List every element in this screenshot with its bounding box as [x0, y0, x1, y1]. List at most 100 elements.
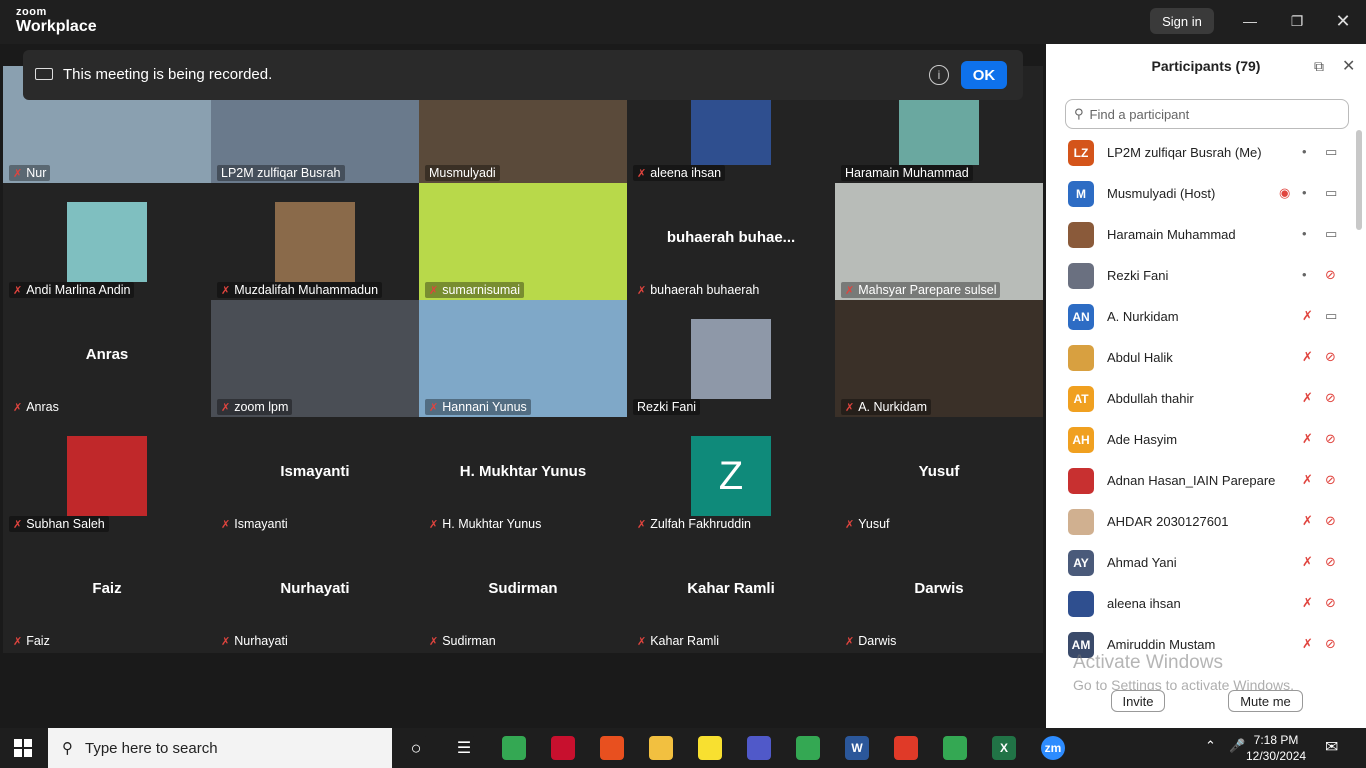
- cortana-icon[interactable]: ○: [404, 736, 428, 760]
- participant-tile[interactable]: Anras ✗ Anras: [3, 300, 211, 417]
- participant-row[interactable]: LZ LP2M zulfiqar Busrah (Me) • ▭: [1046, 132, 1358, 173]
- teams-icon[interactable]: [747, 736, 771, 760]
- tile-name-label: ✗ Andi Marlina Andin: [9, 282, 135, 298]
- participant-tile[interactable]: ✗ A. Nurkidam: [835, 300, 1043, 417]
- participant-tile[interactable]: H. Mukhtar Yunus ✗ H. Mukhtar Yunus: [419, 417, 627, 534]
- restore-icon[interactable]: ❐: [1285, 10, 1309, 32]
- office-icon[interactable]: [600, 736, 624, 760]
- participant-tile[interactable]: Sudirman ✗ Sudirman: [419, 534, 627, 651]
- windows-start-icon[interactable]: [14, 739, 32, 757]
- participant-row[interactable]: AHDAR 2030127601 ✗ ⊘: [1046, 501, 1358, 542]
- video-icon[interactable]: ▭: [1325, 308, 1337, 324]
- notification-icon[interactable]: ✉: [1325, 737, 1338, 757]
- participant-row[interactable]: AT Abdullah thahir ✗ ⊘: [1046, 378, 1358, 419]
- chrome-profile-icon[interactable]: [796, 736, 820, 760]
- participant-tile[interactable]: ✗ Subhan Saleh: [3, 417, 211, 534]
- mic-icon[interactable]: •: [1302, 185, 1307, 200]
- participant-tile[interactable]: Faiz ✗ Faiz: [3, 534, 211, 651]
- excel-icon[interactable]: X: [992, 736, 1016, 760]
- participant-tile[interactable]: ✗ sumarnisumai: [419, 183, 627, 300]
- participant-tile[interactable]: ✗ zoom lpm: [211, 300, 419, 417]
- participant-tile[interactable]: Ismayanti ✗ Ismayanti: [211, 417, 419, 534]
- file-explorer-icon[interactable]: [649, 736, 673, 760]
- mic-icon[interactable]: •: [1302, 144, 1307, 159]
- acrobat-icon[interactable]: [894, 736, 918, 760]
- mic-muted-icon[interactable]: ✗: [1302, 636, 1313, 652]
- participant-tile[interactable]: Rezki Fani: [627, 300, 835, 417]
- video-icon[interactable]: ▭: [1325, 185, 1337, 201]
- mic-muted-icon[interactable]: ✗: [1302, 513, 1313, 529]
- participant-tile[interactable]: Z ✗ Zulfah Fakhruddin: [627, 417, 835, 534]
- mic-muted-icon[interactable]: ✗: [1302, 390, 1313, 406]
- word-icon[interactable]: W: [845, 736, 869, 760]
- tray-mic-icon[interactable]: 🎤: [1229, 738, 1245, 754]
- logo-brand-top: zoom: [16, 6, 47, 18]
- mendeley-icon[interactable]: [551, 736, 575, 760]
- popout-icon[interactable]: ⧉: [1314, 58, 1324, 75]
- participant-tile[interactable]: ✗ Andi Marlina Andin: [3, 183, 211, 300]
- tray-chevron-icon[interactable]: ⌃: [1205, 738, 1216, 754]
- mic-icon[interactable]: •: [1302, 226, 1307, 241]
- participant-row[interactable]: Haramain Muhammad • ▭: [1046, 214, 1358, 255]
- video-off-icon[interactable]: ⊘: [1325, 472, 1336, 488]
- participant-list-scrollbar[interactable]: [1356, 130, 1362, 230]
- mic-muted-icon[interactable]: ✗: [1302, 554, 1313, 570]
- mic-icon[interactable]: •: [1302, 267, 1307, 282]
- mic-muted-icon[interactable]: ✗: [1302, 349, 1313, 365]
- chrome-icon[interactable]: [502, 736, 526, 760]
- participant-tile[interactable]: Kahar Ramli ✗ Kahar Ramli: [627, 534, 835, 651]
- invite-button[interactable]: Invite: [1111, 690, 1165, 712]
- video-off-icon[interactable]: ⊘: [1325, 349, 1336, 365]
- participant-name: Ahmad Yani: [1107, 555, 1177, 570]
- participant-tile[interactable]: ✗ Mahsyar Parepare sulsel: [835, 183, 1043, 300]
- participant-tile[interactable]: Nurhayati ✗ Nurhayati: [211, 534, 419, 651]
- sticky-notes-icon[interactable]: [698, 736, 722, 760]
- participant-row[interactable]: Rezki Fani • ⊘: [1046, 255, 1358, 296]
- video-off-icon[interactable]: ⊘: [1325, 267, 1336, 283]
- participant-tile[interactable]: Darwis ✗ Darwis: [835, 534, 1043, 651]
- video-off-icon[interactable]: ⊘: [1325, 595, 1336, 611]
- mute-me-button[interactable]: Mute me: [1228, 690, 1303, 712]
- participant-tile[interactable]: ✗ Hannani Yunus: [419, 300, 627, 417]
- tile-name-text: LP2M zulfiqar Busrah: [221, 166, 341, 180]
- video-icon[interactable]: ▭: [1325, 226, 1337, 242]
- video-off-icon[interactable]: ⊘: [1325, 513, 1336, 529]
- participant-row[interactable]: Adnan Hasan_IAIN Parepare ✗ ⊘: [1046, 460, 1358, 501]
- close-icon[interactable]: ✕: [1331, 10, 1355, 32]
- participant-row[interactable]: AN A. Nurkidam ✗ ▭: [1046, 296, 1358, 337]
- minimize-icon[interactable]: —: [1238, 10, 1262, 32]
- tile-name-text: Muzdalifah Muhammadun: [234, 283, 379, 297]
- sign-in-button[interactable]: Sign in: [1150, 8, 1214, 34]
- participant-tile[interactable]: Yusuf ✗ Yusuf: [835, 417, 1043, 534]
- video-off-icon[interactable]: ⊘: [1325, 554, 1336, 570]
- mic-muted-icon[interactable]: ✗: [1302, 595, 1313, 611]
- zoom-app-icon[interactable]: zm: [1041, 736, 1065, 760]
- participant-row[interactable]: Abdul Halik ✗ ⊘: [1046, 337, 1358, 378]
- tile-name-label: ✗ Kahar Ramli: [633, 633, 723, 649]
- chrome-profile2-icon[interactable]: [943, 736, 967, 760]
- tile-name-label: LP2M zulfiqar Busrah: [217, 165, 345, 181]
- participant-search-input[interactable]: ⚲ Find a participant: [1065, 99, 1349, 129]
- video-icon[interactable]: ▭: [1325, 144, 1337, 160]
- participant-tile[interactable]: ✗ Muzdalifah Muhammadun: [211, 183, 419, 300]
- ok-button[interactable]: OK: [961, 61, 1007, 89]
- mic-muted-icon[interactable]: ✗: [1302, 431, 1313, 447]
- profile-photo: [275, 202, 355, 282]
- info-icon[interactable]: i: [929, 65, 949, 85]
- muted-mic-icon: ✗: [429, 635, 439, 648]
- taskbar-search-box[interactable]: ⚲ Type here to search: [48, 728, 392, 768]
- video-off-icon[interactable]: ⊘: [1325, 431, 1336, 447]
- participant-row[interactable]: AH Ade Hasyim ✗ ⊘: [1046, 419, 1358, 460]
- participant-row[interactable]: M Musmulyadi (Host) ◉ • ▭: [1046, 173, 1358, 214]
- participant-tile[interactable]: buhaerah buhae... ✗ buhaerah buhaerah: [627, 183, 835, 300]
- video-off-icon[interactable]: ⊘: [1325, 636, 1336, 652]
- participant-row[interactable]: AY Ahmad Yani ✗ ⊘: [1046, 542, 1358, 583]
- tile-name-text: Musmulyadi: [429, 166, 496, 180]
- mic-muted-icon[interactable]: ✗: [1302, 308, 1313, 324]
- task-view-icon[interactable]: ☰: [452, 736, 476, 760]
- video-off-icon[interactable]: ⊘: [1325, 390, 1336, 406]
- taskbar-clock[interactable]: 7:18 PM 12/30/2024: [1246, 732, 1306, 764]
- panel-close-icon[interactable]: ✕: [1342, 56, 1355, 76]
- mic-muted-icon[interactable]: ✗: [1302, 472, 1313, 488]
- participant-row[interactable]: aleena ihsan ✗ ⊘: [1046, 583, 1358, 624]
